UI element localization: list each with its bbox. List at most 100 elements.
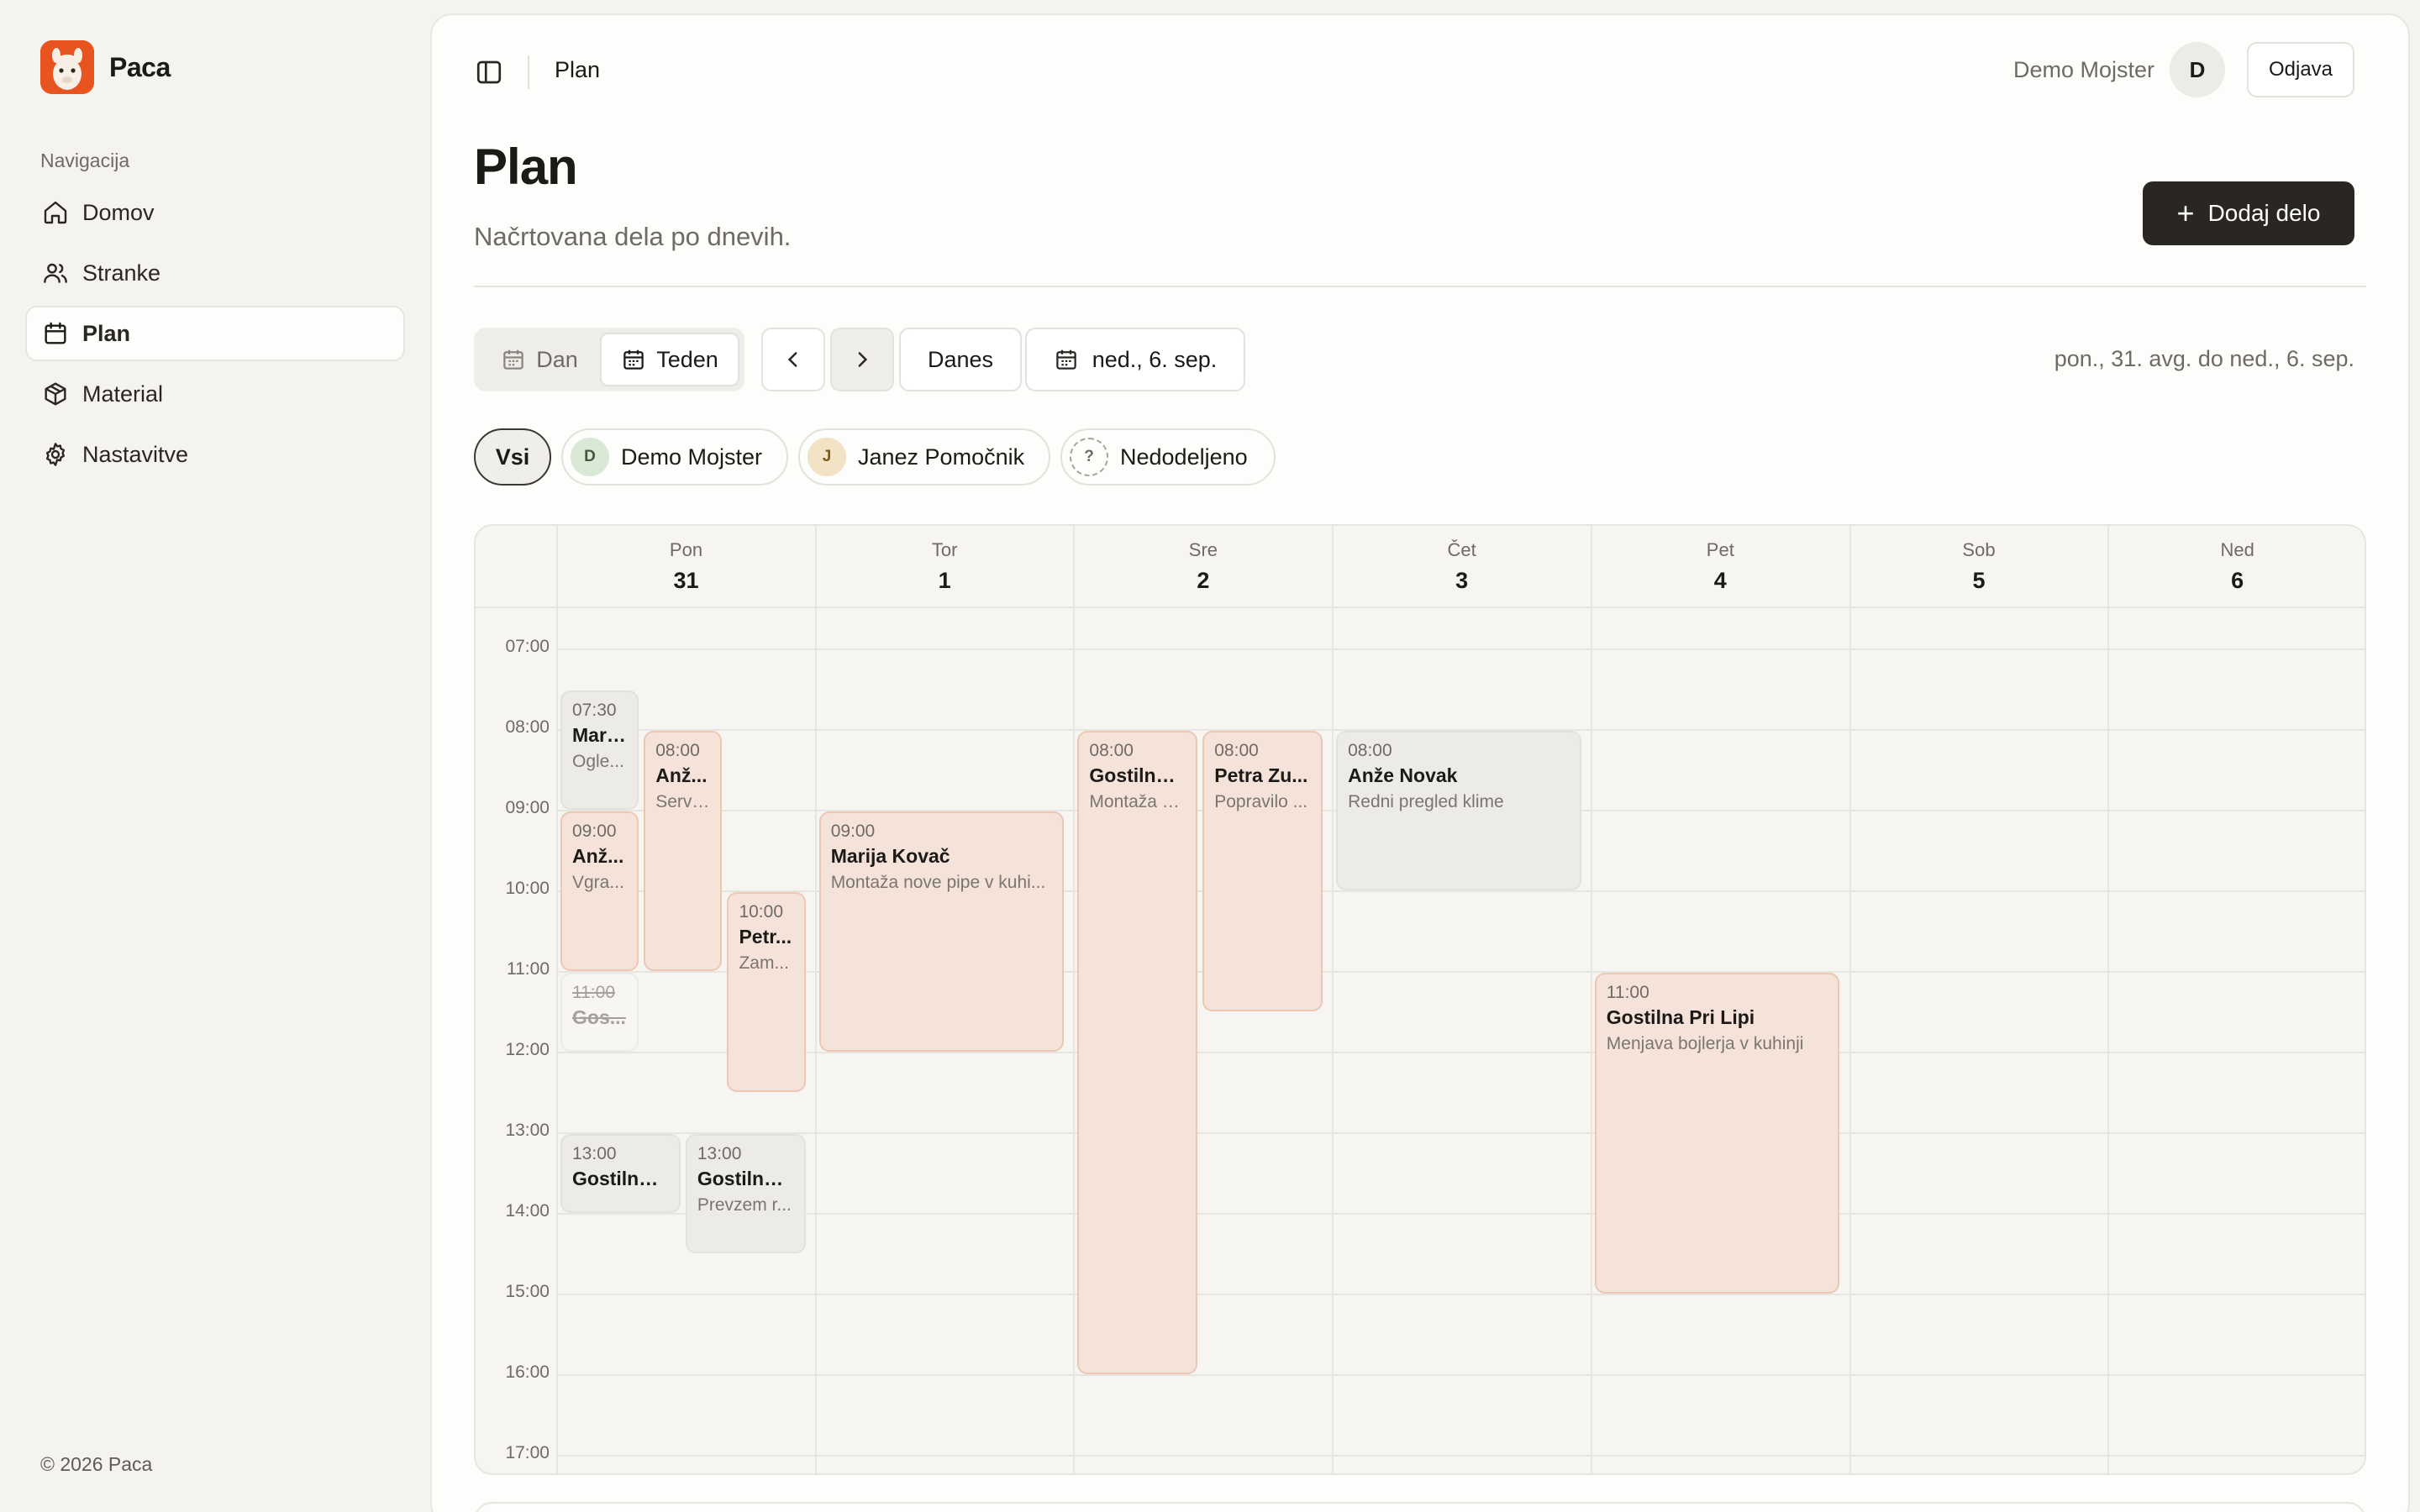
calendar-event[interactable]: 08:00 Petra Zu... Popravilo ... bbox=[1202, 731, 1323, 1011]
hour-gridline bbox=[556, 1132, 2365, 1134]
sidebar-item-material[interactable]: Material bbox=[25, 366, 405, 422]
hour-gridline bbox=[556, 1374, 2365, 1376]
event-title: Anže Novak bbox=[1348, 764, 1458, 786]
chevron-right-icon bbox=[858, 352, 868, 367]
hour-label: 09:00 bbox=[505, 798, 550, 817]
day-column-line bbox=[814, 608, 817, 1473]
nav-caption: Navigacija bbox=[40, 150, 130, 171]
day-header[interactable]: Tor 1 bbox=[814, 526, 1073, 608]
filter-janez-pomocnik-chip[interactable]: J Janez Pomočnik bbox=[798, 428, 1050, 486]
day-column-line bbox=[1849, 608, 1851, 1473]
hour-label: 13:00 bbox=[505, 1121, 550, 1140]
app-name: Paca bbox=[109, 51, 171, 82]
hour-gridline bbox=[556, 1294, 2365, 1295]
view-week-label: Teden bbox=[656, 346, 718, 372]
event-time: 08:00 bbox=[1348, 741, 1392, 760]
event-description: Popravilo ... bbox=[1214, 792, 1308, 811]
avatar: J bbox=[808, 438, 846, 476]
package-icon bbox=[42, 381, 69, 407]
event-time: 13:00 bbox=[697, 1144, 742, 1163]
sidebar-item-domov[interactable]: Domov bbox=[25, 185, 405, 240]
event-title: Gostilna ... bbox=[572, 1168, 669, 1189]
event-title: Gostilna Pri Lipi bbox=[1606, 1006, 1755, 1028]
calendar-event[interactable]: 13:00 Gostilna ... bbox=[560, 1134, 681, 1213]
event-description: Servi... bbox=[655, 792, 711, 811]
event-title: Anž... bbox=[572, 845, 624, 867]
breadcrumb[interactable]: Plan bbox=[555, 57, 600, 83]
calendar-icon bbox=[621, 347, 646, 372]
add-job-button[interactable]: + Dodaj delo bbox=[2143, 181, 2354, 245]
hour-label: 10:00 bbox=[505, 879, 550, 898]
view-day-label: Dan bbox=[536, 346, 578, 372]
view-week-button[interactable]: Teden bbox=[600, 333, 739, 386]
filter-demo-mojster-chip[interactable]: D Demo Mojster bbox=[561, 428, 788, 486]
add-job-label: Dodaj delo bbox=[2207, 200, 2321, 226]
day-header[interactable]: Čet 3 bbox=[1332, 526, 1590, 608]
calendar-event[interactable]: 09:00 Marija Kovač Montaža nove pipe v kuh… bbox=[818, 811, 1065, 1052]
day-name: Pet bbox=[1706, 539, 1734, 560]
hour-label: 16:00 bbox=[505, 1362, 550, 1382]
chevron-left-icon bbox=[787, 352, 797, 367]
today-button[interactable]: Danes bbox=[899, 328, 1022, 391]
calendar-header: Pon 31 Tor 1 Sre 2 Čet 3 Pet 4 Sob 5 Ned 6 bbox=[476, 526, 2365, 608]
unassigned-icon: ? bbox=[1070, 438, 1108, 476]
event-description: Ogle... bbox=[572, 752, 624, 771]
calendar-event[interactable]: 11:00 Gostilna Pri Lipi Menjava bojlerja v… bbox=[1594, 973, 1840, 1294]
day-header[interactable]: Pon 31 bbox=[556, 526, 814, 608]
day-date: 1 bbox=[938, 568, 951, 593]
previous-week-button[interactable] bbox=[761, 328, 825, 391]
calendar-event[interactable]: 08:00 Anže Novak Redni pregled klime bbox=[1336, 731, 1581, 890]
event-time: 08:00 bbox=[1089, 741, 1134, 760]
logout-button[interactable]: Odjava bbox=[2247, 42, 2354, 97]
calendar-event[interactable]: 09:00 Anž... Vgra... bbox=[560, 811, 639, 971]
date-picker-button[interactable]: ned., 6. sep. bbox=[1025, 328, 1245, 391]
day-header[interactable]: Pet 4 bbox=[1590, 526, 1849, 608]
user-name: Demo Mojster bbox=[2012, 57, 2154, 82]
day-column-line bbox=[2107, 608, 2110, 1473]
hour-gridline bbox=[556, 648, 2365, 650]
event-time: 08:00 bbox=[655, 741, 700, 760]
day-column-line bbox=[556, 608, 558, 1473]
bottom-card bbox=[474, 1502, 2366, 1512]
filter-chip-label: Demo Mojster bbox=[621, 444, 763, 470]
event-time: 13:00 bbox=[572, 1144, 617, 1163]
next-week-button[interactable] bbox=[830, 328, 894, 391]
event-time: 11:00 bbox=[1606, 983, 1649, 1002]
calendar-event[interactable]: 07:30 Mari... Ogle... bbox=[560, 690, 639, 810]
sidebar-item-nastavitve[interactable]: Nastavitve bbox=[25, 427, 405, 482]
filter-all-chip[interactable]: Vsi bbox=[474, 428, 551, 486]
day-header[interactable]: Sre 2 bbox=[1073, 526, 1331, 608]
event-title: Marija Kovač bbox=[830, 845, 950, 867]
users-icon bbox=[42, 260, 69, 286]
copyright: © 2026 Paca bbox=[40, 1453, 153, 1475]
sidebar-item-label: Nastavitve bbox=[82, 441, 189, 467]
sidebar-item-label: Domov bbox=[82, 199, 155, 225]
day-header[interactable]: Sob 5 bbox=[1849, 526, 2107, 608]
brand[interactable]: Paca bbox=[40, 40, 171, 94]
sidebar-toggle-icon[interactable] bbox=[474, 57, 504, 87]
calendar-event[interactable]: 13:00 Gostilna ... Prevzem r... bbox=[685, 1134, 806, 1253]
hour-label: 15:00 bbox=[505, 1282, 550, 1301]
avatar[interactable]: D bbox=[2170, 42, 2225, 97]
day-column-line bbox=[1073, 608, 1076, 1473]
hour-label: 12:00 bbox=[505, 1040, 550, 1059]
calendar-event[interactable]: 10:00 Petr... Zam... bbox=[727, 892, 806, 1092]
date-range-label: pon., 31. avg. do ned., 6. sep. bbox=[2054, 346, 2354, 371]
alpaca-logo-icon bbox=[40, 40, 94, 94]
sidebar-item-plan[interactable]: Plan bbox=[25, 306, 405, 361]
event-time: 09:00 bbox=[830, 822, 876, 841]
event-title: Petra Zu... bbox=[1214, 764, 1308, 786]
day-name: Sob bbox=[1962, 539, 1996, 560]
event-time: 09:00 bbox=[572, 822, 617, 841]
filter-unassigned-chip[interactable]: ? Nedodeljeno bbox=[1060, 428, 1276, 486]
plus-icon: + bbox=[2176, 196, 2195, 230]
calendar-event[interactable]: 11:00 Gos... bbox=[560, 973, 639, 1052]
filter-chip-label: Janez Pomočnik bbox=[858, 444, 1025, 470]
main-panel: Plan Demo Mojster D Odjava Plan Načrtova… bbox=[430, 13, 2410, 1512]
day-header[interactable]: Ned 6 bbox=[2107, 526, 2365, 608]
view-day-button[interactable]: Dan bbox=[479, 333, 600, 386]
event-time: 10:00 bbox=[739, 902, 784, 921]
calendar-event[interactable]: 08:00 Anž... Servi... bbox=[644, 731, 723, 971]
sidebar-item-stranke[interactable]: Stranke bbox=[25, 245, 405, 301]
calendar-event[interactable]: 08:00 Gostilna ... Montaža n... bbox=[1077, 731, 1198, 1374]
